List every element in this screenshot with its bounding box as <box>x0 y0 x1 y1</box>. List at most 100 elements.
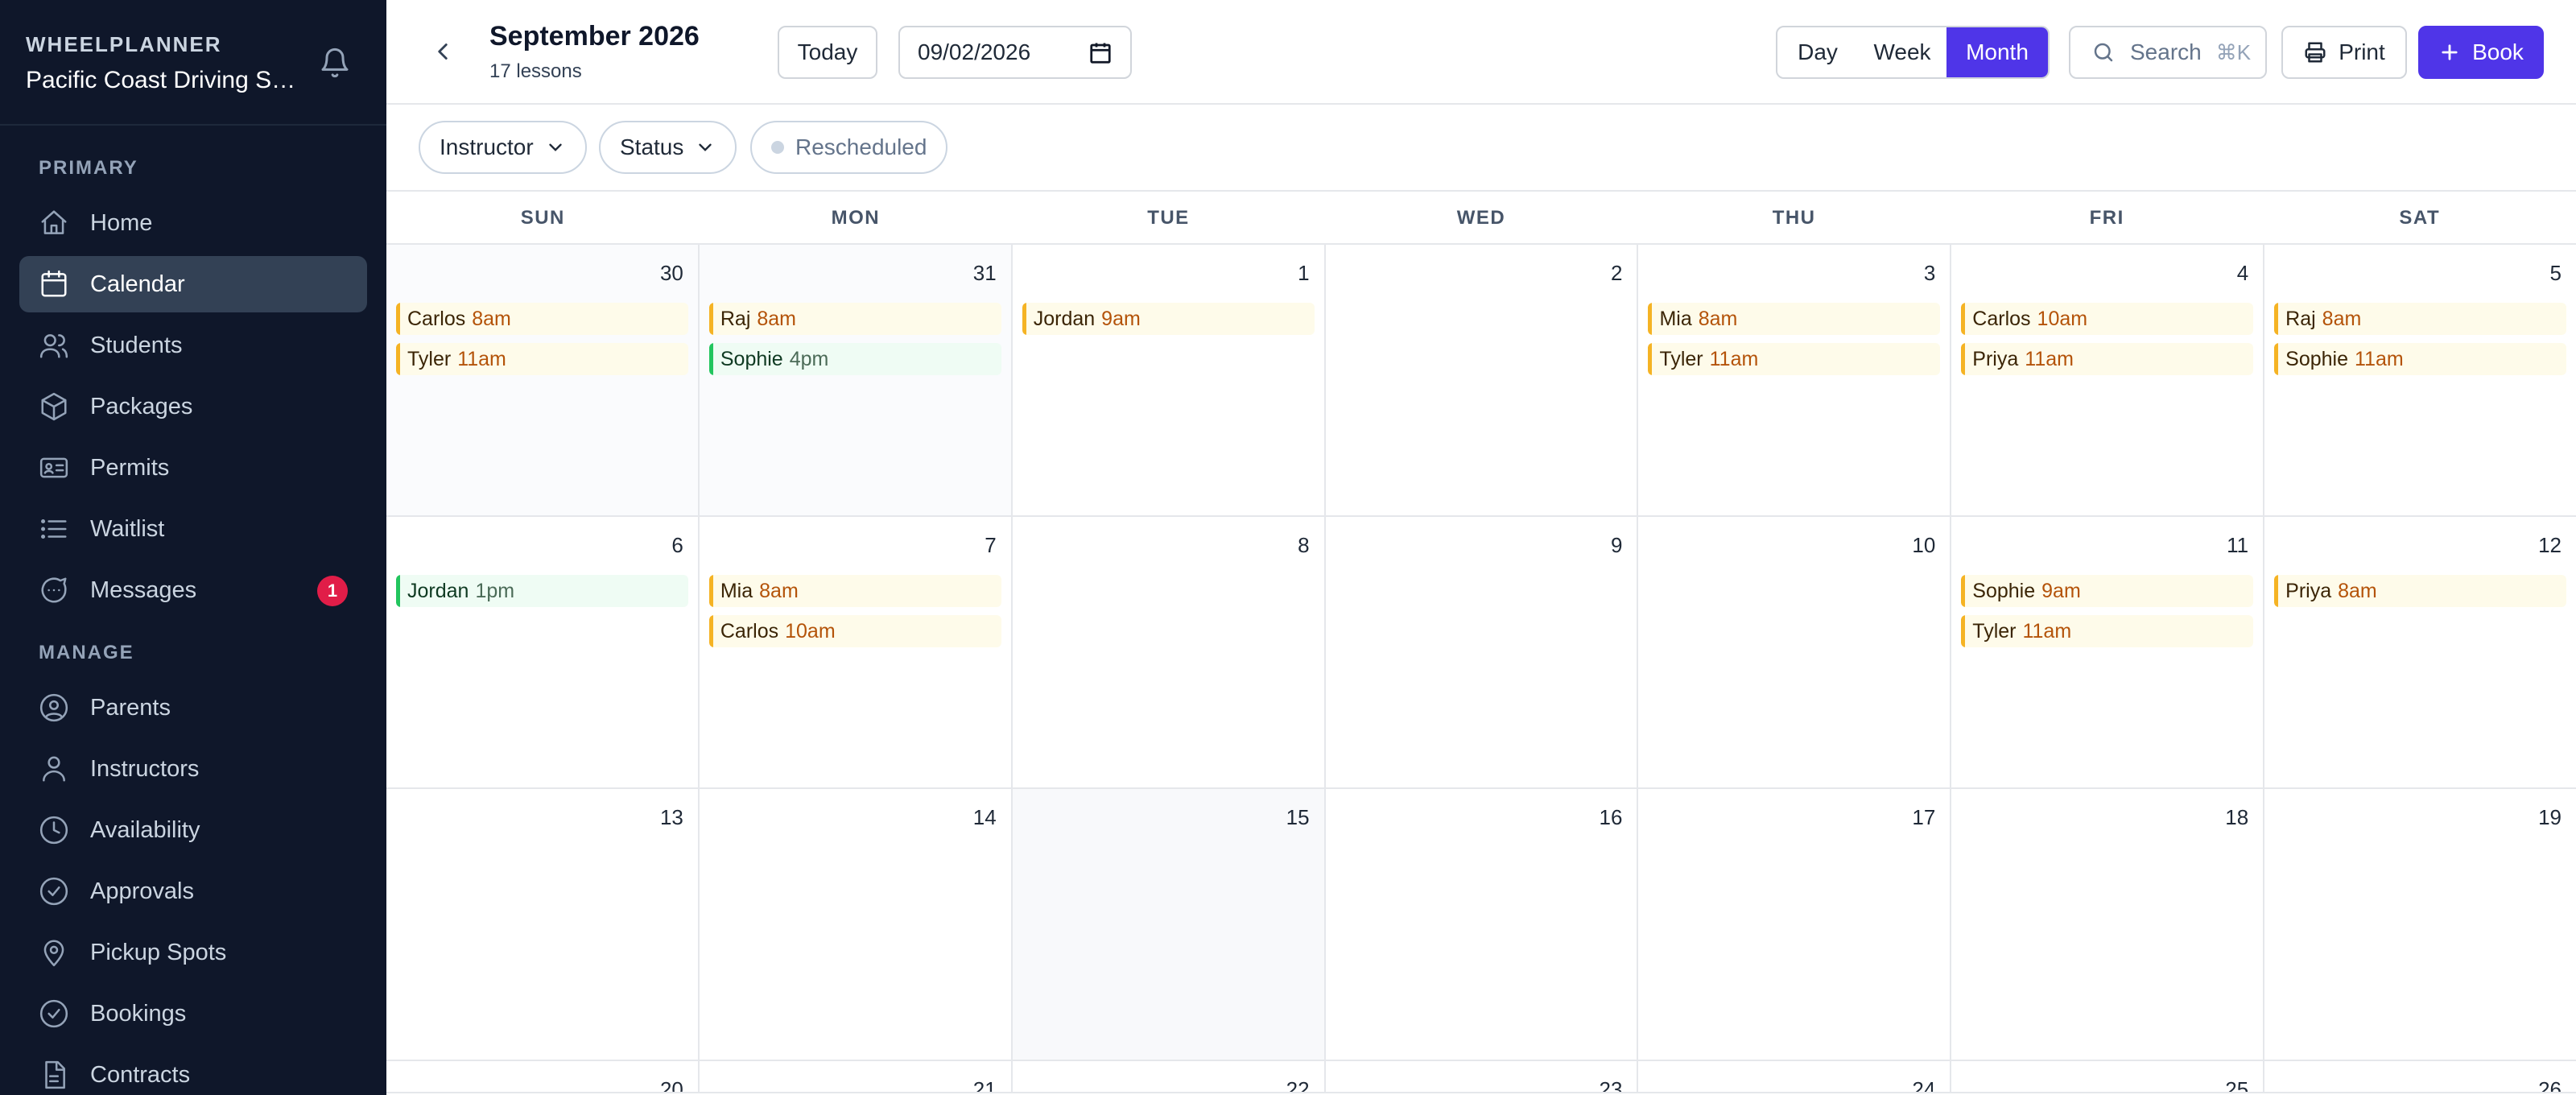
sidebar-item-packages[interactable]: Packages <box>19 378 367 435</box>
view-month-tab[interactable]: Month <box>1946 27 2048 77</box>
home-icon <box>39 208 69 238</box>
sidebar-item-contracts[interactable]: Contracts <box>19 1047 367 1095</box>
lesson-event[interactable]: Carlos 10am <box>1961 303 2254 335</box>
day-cell[interactable]: 1 Jordan 9am <box>1012 245 1326 515</box>
view-week-tab[interactable]: Week <box>1858 27 1946 77</box>
lesson-event[interactable]: Priya 11am <box>1961 343 2254 375</box>
lesson-event[interactable]: Tyler 11am <box>396 343 688 375</box>
book-button[interactable]: Book <box>2418 26 2544 79</box>
day-cell[interactable]: 14 <box>699 789 1013 1060</box>
day-cell[interactable]: 15 <box>1012 789 1326 1060</box>
day-cell[interactable]: 10 <box>1638 517 1952 787</box>
sidebar-item-bookings[interactable]: Bookings <box>19 986 367 1042</box>
instructor-filter[interactable]: Instructor <box>419 121 587 174</box>
sidebar-item-permits[interactable]: Permits <box>19 440 367 496</box>
lesson-event[interactable]: Tyler 11am <box>1648 343 1941 375</box>
day-cell[interactable]: 8 <box>1012 517 1326 787</box>
document-icon <box>39 1060 69 1090</box>
day-events: Carlos 10am Priya 11am <box>1961 303 2254 383</box>
lesson-time: 4pm <box>789 348 829 370</box>
day-cell[interactable]: 22 <box>1012 1061 1326 1092</box>
day-cell[interactable]: 25 <box>1951 1061 2265 1092</box>
day-cell[interactable]: 11 Sophie 9am Tyler 11am <box>1951 517 2265 787</box>
day-cell[interactable]: 5 Raj 8am Sophie 11am <box>2264 245 2576 515</box>
sidebar-item-messages[interactable]: Messages 1 <box>19 562 367 618</box>
day-cell[interactable]: 23 <box>1325 1061 1639 1092</box>
sidebar-item-pickup-spots[interactable]: Pickup Spots <box>19 924 367 981</box>
day-cell[interactable]: 3 Mia 8am Tyler 11am <box>1638 245 1952 515</box>
lesson-time: 8am <box>2322 308 2362 330</box>
sidebar-item-instructors[interactable]: Instructors <box>19 741 367 797</box>
main-content: September 2026 17 lessons Today 09/02/20… <box>386 0 2576 1095</box>
lesson-event[interactable]: Jordan 1pm <box>396 575 688 607</box>
day-cell[interactable]: 4 Carlos 10am Priya 11am <box>1951 245 2265 515</box>
day-events: Sophie 9am Tyler 11am <box>1961 575 2254 655</box>
lesson-event[interactable]: Mia 8am <box>708 575 1001 607</box>
lesson-event[interactable]: Sophie 11am <box>2274 343 2567 375</box>
lesson-time: 11am <box>2022 620 2072 643</box>
lesson-student: Raj <box>2285 308 2316 330</box>
lesson-time: 11am <box>457 348 506 370</box>
day-cell[interactable]: 31 Raj 8am Sophie 4pm <box>699 245 1013 515</box>
day-cell[interactable]: 6 Jordan 1pm <box>386 517 700 787</box>
sidebar-item-availability[interactable]: Availability <box>19 802 367 858</box>
day-cell[interactable]: 9 <box>1325 517 1639 787</box>
view-day-tab[interactable]: Day <box>1777 27 1858 77</box>
users-icon <box>39 330 69 361</box>
sidebar-item-label: Availability <box>90 816 200 843</box>
sidebar-item-calendar[interactable]: Calendar <box>19 256 367 312</box>
lesson-time: 10am <box>2037 308 2088 330</box>
day-cell[interactable]: 17 <box>1638 789 1952 1060</box>
lesson-event[interactable]: Carlos 10am <box>708 615 1001 647</box>
day-cell[interactable]: 26 <box>2264 1061 2576 1092</box>
sidebar-item-label: Home <box>90 209 153 236</box>
lesson-event[interactable]: Priya 8am <box>2274 575 2567 607</box>
day-cell[interactable]: 13 <box>386 789 700 1060</box>
day-cell[interactable]: 21 <box>699 1061 1013 1092</box>
calendar-picker-icon[interactable] <box>1088 41 1113 65</box>
lesson-event[interactable]: Raj 8am <box>2274 303 2567 335</box>
sidebar-item-students[interactable]: Students <box>19 317 367 374</box>
lesson-event[interactable]: Sophie 9am <box>1961 575 2254 607</box>
printer-icon <box>2305 42 2326 63</box>
lesson-event[interactable]: Carlos 8am <box>396 303 688 335</box>
check-circle-icon <box>39 876 69 907</box>
day-cell[interactable]: 2 <box>1325 245 1639 515</box>
day-cell[interactable]: 7 Mia 8am Carlos 10am <box>699 517 1013 787</box>
lesson-event[interactable]: Tyler 11am <box>1961 615 2254 647</box>
lesson-event[interactable]: Jordan 9am <box>1022 303 1315 335</box>
date-input[interactable]: 09/02/2026 <box>898 26 1132 79</box>
day-cell[interactable]: 20 <box>386 1061 700 1092</box>
print-button[interactable]: Print <box>2281 26 2407 79</box>
weekday-label: THU <box>1772 207 1816 229</box>
rescheduled-filter[interactable]: Rescheduled <box>750 121 948 174</box>
day-cell[interactable]: 16 <box>1325 789 1639 1060</box>
today-button[interactable]: Today <box>778 26 877 79</box>
day-cell[interactable]: 19 <box>2264 789 2576 1060</box>
sidebar-item-approvals[interactable]: Approvals <box>19 863 367 919</box>
day-cell[interactable]: 12 Priya 8am <box>2264 517 2576 787</box>
prev-month-button[interactable] <box>425 34 460 69</box>
chevron-down-icon <box>699 143 712 151</box>
week-row: 13 14 15 16 17 18 19 <box>386 789 2576 1061</box>
weekday-label: WED <box>1456 207 1506 229</box>
lesson-time: 9am <box>2041 580 2081 602</box>
sidebar-item-parents[interactable]: Parents <box>19 680 367 736</box>
lesson-time: 10am <box>785 620 836 643</box>
lesson-event[interactable]: Sophie 4pm <box>708 343 1001 375</box>
status-filter[interactable]: Status <box>599 121 737 174</box>
day-cell[interactable]: 24 <box>1638 1061 1952 1092</box>
lesson-event[interactable]: Mia 8am <box>1648 303 1941 335</box>
school-name[interactable]: Pacific Coast Driving School <box>26 67 299 94</box>
lesson-event[interactable]: Raj 8am <box>708 303 1001 335</box>
instructor-filter-label: Instructor <box>440 134 534 159</box>
day-cell[interactable]: 30 Carlos 8am Tyler 11am <box>386 245 700 515</box>
lesson-student: Tyler <box>1659 348 1703 370</box>
search-button[interactable]: Search ⌘K <box>2069 26 2267 79</box>
day-cell[interactable]: 18 <box>1951 789 2265 1060</box>
bell-icon[interactable] <box>319 47 351 79</box>
day-number: 13 <box>659 805 683 829</box>
lesson-count: 17 lessons <box>489 60 582 82</box>
sidebar-item-home[interactable]: Home <box>19 195 367 251</box>
sidebar-item-waitlist[interactable]: Waitlist <box>19 501 367 557</box>
